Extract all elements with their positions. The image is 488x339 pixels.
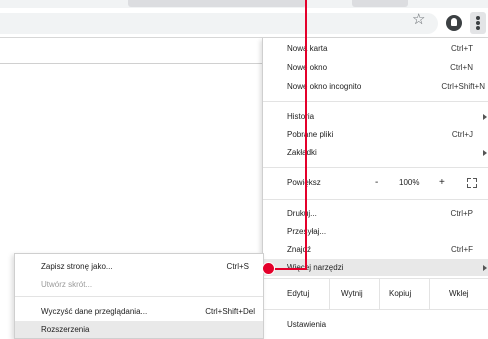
zoom-level: 100% (399, 178, 420, 187)
menu-item-print[interactable]: Drukuj... Ctrl+P (263, 205, 488, 222)
menu-item-shortcut: Ctrl+F (451, 245, 473, 254)
zoom-label: Powiększ (287, 178, 321, 187)
menu-item-label: Historia (287, 112, 315, 121)
cut-button[interactable]: Wytnij (341, 279, 363, 309)
zoom-in-button[interactable]: + (439, 170, 445, 196)
submenu-arrow-icon (483, 114, 487, 120)
menu-item-shortcut: Ctrl+N (450, 63, 473, 72)
menu-item-label: Ustawienia (287, 320, 327, 329)
menu-item-find[interactable]: Znajdź Ctrl+F (263, 241, 488, 258)
vertical-dots-icon[interactable] (470, 12, 486, 34)
edit-divider (379, 279, 380, 309)
annotation-marker-dot (262, 262, 275, 275)
submenu-item-shortcut: Ctrl+Shift+Del (205, 307, 255, 316)
menu-item-label: Nowa karta (287, 44, 328, 53)
zoom-row: Powiększ - 100% + (263, 170, 488, 196)
menu-separator (263, 199, 488, 200)
menu-item-new-window[interactable]: Nowe okno Ctrl+N (263, 59, 488, 76)
submenu-item-label: Rozszerzenia (41, 325, 90, 334)
tab-strip (0, 0, 488, 8)
submenu-separator (15, 296, 263, 297)
submenu-arrow-icon (483, 150, 487, 156)
browser-toolbar: ☆ (0, 8, 488, 38)
zoom-out-button[interactable]: - (375, 170, 378, 196)
edit-row: Edytuj Wytnij Kopiuj Wklej (263, 279, 488, 309)
page-divider (0, 63, 262, 64)
menu-item-downloads[interactable]: Pobrane pliki Ctrl+J (263, 126, 488, 143)
menu-item-settings[interactable]: Ustawienia (263, 316, 488, 333)
browser-tab[interactable] (352, 0, 408, 7)
menu-item-new-incognito-window[interactable]: Nowe okno incognito Ctrl+Shift+N (263, 78, 488, 95)
menu-separator (263, 167, 488, 168)
submenu-item-extensions[interactable]: Rozszerzenia (15, 321, 263, 338)
address-bar[interactable] (0, 13, 438, 34)
ghost-extension-icon[interactable] (446, 15, 462, 31)
menu-item-label: Nowe okno (287, 63, 328, 72)
menu-separator (263, 309, 488, 310)
menu-separator (263, 101, 488, 102)
star-icon[interactable]: ☆ (412, 10, 425, 28)
menu-item-label: Znajdź (287, 245, 312, 254)
submenu-item-label: Wyczyść dane przeglądania... (41, 307, 148, 316)
submenu-item-shortcut: Ctrl+S (226, 262, 249, 271)
menu-item-shortcut: Ctrl+P (450, 209, 473, 218)
menu-item-cast[interactable]: Przesyłaj... (263, 223, 488, 240)
chrome-main-menu: Nowa karta Ctrl+T Nowe okno Ctrl+N Nowe … (262, 38, 488, 339)
submenu-item-clear-browsing-data[interactable]: Wyczyść dane przeglądania... Ctrl+Shift+… (15, 303, 263, 320)
menu-item-new-tab[interactable]: Nowa karta Ctrl+T (263, 40, 488, 57)
menu-item-shortcut: Ctrl+Shift+N (441, 82, 485, 91)
menu-item-label: Nowe okno incognito (287, 82, 362, 91)
submenu-arrow-icon (483, 265, 487, 271)
fullscreen-icon[interactable] (467, 178, 477, 188)
submenu-item-save-page[interactable]: Zapisz stronę jako... Ctrl+S (15, 258, 263, 275)
edit-divider (429, 279, 430, 309)
submenu-item-label: Zapisz stronę jako... (41, 262, 113, 271)
menu-item-shortcut: Ctrl+T (451, 44, 473, 53)
edit-divider (329, 279, 330, 309)
menu-item-label: Drukuj... (287, 209, 317, 218)
menu-item-shortcut: Ctrl+J (451, 130, 473, 139)
menu-item-label: Zakładki (287, 148, 317, 157)
submenu-item-label: Utwórz skrót... (41, 280, 93, 289)
more-tools-submenu: Zapisz stronę jako... Ctrl+S Utwórz skró… (14, 253, 264, 339)
copy-button[interactable]: Kopiuj (389, 279, 411, 309)
paste-button[interactable]: Wklej (449, 279, 469, 309)
annotation-line (305, 0, 307, 270)
edit-label: Edytuj (287, 289, 310, 298)
menu-item-bookmarks[interactable]: Zakładki (263, 144, 488, 161)
submenu-item-create-shortcut: Utwórz skrót... (15, 276, 263, 293)
menu-item-history[interactable]: Historia (263, 108, 488, 125)
browser-tab[interactable] (128, 0, 306, 7)
menu-item-label: Pobrane pliki (287, 130, 334, 139)
